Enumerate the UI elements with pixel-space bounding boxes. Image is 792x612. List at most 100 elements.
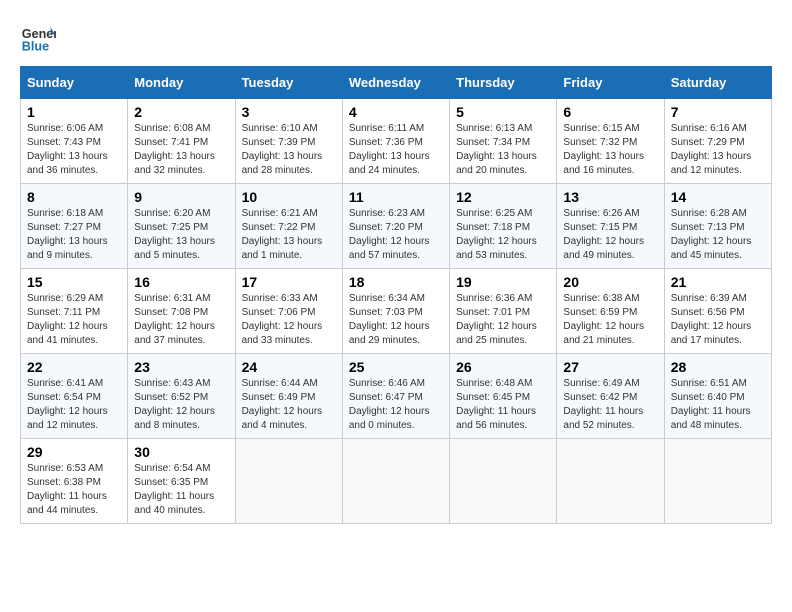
day-number: 18	[349, 274, 443, 290]
day-info: Sunrise: 6:39 AM Sunset: 6:56 PM Dayligh…	[671, 292, 765, 348]
calendar-cell	[342, 439, 449, 524]
day-info: Sunrise: 6:15 AM Sunset: 7:32 PM Dayligh…	[563, 122, 657, 178]
day-info: Sunrise: 6:08 AM Sunset: 7:41 PM Dayligh…	[134, 122, 228, 178]
calendar-cell: 11 Sunrise: 6:23 AM Sunset: 7:20 PM Dayl…	[342, 184, 449, 269]
logo: General Blue	[20, 20, 60, 56]
header-saturday: Saturday	[664, 67, 771, 99]
calendar-cell: 6 Sunrise: 6:15 AM Sunset: 7:32 PM Dayli…	[557, 99, 664, 184]
day-info: Sunrise: 6:18 AM Sunset: 7:27 PM Dayligh…	[27, 207, 121, 263]
header-wednesday: Wednesday	[342, 67, 449, 99]
calendar-cell: 26 Sunrise: 6:48 AM Sunset: 6:45 PM Dayl…	[450, 354, 557, 439]
calendar-week-3: 22 Sunrise: 6:41 AM Sunset: 6:54 PM Dayl…	[21, 354, 772, 439]
day-number: 15	[27, 274, 121, 290]
day-info: Sunrise: 6:51 AM Sunset: 6:40 PM Dayligh…	[671, 377, 765, 433]
calendar-cell: 17 Sunrise: 6:33 AM Sunset: 7:06 PM Dayl…	[235, 269, 342, 354]
calendar-cell: 9 Sunrise: 6:20 AM Sunset: 7:25 PM Dayli…	[128, 184, 235, 269]
header-tuesday: Tuesday	[235, 67, 342, 99]
calendar-cell: 30 Sunrise: 6:54 AM Sunset: 6:35 PM Dayl…	[128, 439, 235, 524]
calendar-cell	[664, 439, 771, 524]
calendar-header-row: SundayMondayTuesdayWednesdayThursdayFrid…	[21, 67, 772, 99]
day-info: Sunrise: 6:25 AM Sunset: 7:18 PM Dayligh…	[456, 207, 550, 263]
calendar-cell: 3 Sunrise: 6:10 AM Sunset: 7:39 PM Dayli…	[235, 99, 342, 184]
day-number: 24	[242, 359, 336, 375]
calendar-cell: 22 Sunrise: 6:41 AM Sunset: 6:54 PM Dayl…	[21, 354, 128, 439]
calendar-cell: 8 Sunrise: 6:18 AM Sunset: 7:27 PM Dayli…	[21, 184, 128, 269]
day-number: 7	[671, 104, 765, 120]
day-info: Sunrise: 6:44 AM Sunset: 6:49 PM Dayligh…	[242, 377, 336, 433]
day-info: Sunrise: 6:46 AM Sunset: 6:47 PM Dayligh…	[349, 377, 443, 433]
day-number: 8	[27, 189, 121, 205]
calendar-cell: 1 Sunrise: 6:06 AM Sunset: 7:43 PM Dayli…	[21, 99, 128, 184]
calendar-cell: 21 Sunrise: 6:39 AM Sunset: 6:56 PM Dayl…	[664, 269, 771, 354]
calendar-cell	[450, 439, 557, 524]
day-number: 9	[134, 189, 228, 205]
day-info: Sunrise: 6:28 AM Sunset: 7:13 PM Dayligh…	[671, 207, 765, 263]
calendar-week-0: 1 Sunrise: 6:06 AM Sunset: 7:43 PM Dayli…	[21, 99, 772, 184]
calendar-cell: 13 Sunrise: 6:26 AM Sunset: 7:15 PM Dayl…	[557, 184, 664, 269]
day-info: Sunrise: 6:48 AM Sunset: 6:45 PM Dayligh…	[456, 377, 550, 433]
calendar-week-2: 15 Sunrise: 6:29 AM Sunset: 7:11 PM Dayl…	[21, 269, 772, 354]
day-info: Sunrise: 6:38 AM Sunset: 6:59 PM Dayligh…	[563, 292, 657, 348]
day-number: 17	[242, 274, 336, 290]
day-info: Sunrise: 6:20 AM Sunset: 7:25 PM Dayligh…	[134, 207, 228, 263]
calendar-cell: 10 Sunrise: 6:21 AM Sunset: 7:22 PM Dayl…	[235, 184, 342, 269]
day-info: Sunrise: 6:21 AM Sunset: 7:22 PM Dayligh…	[242, 207, 336, 263]
day-info: Sunrise: 6:33 AM Sunset: 7:06 PM Dayligh…	[242, 292, 336, 348]
day-info: Sunrise: 6:16 AM Sunset: 7:29 PM Dayligh…	[671, 122, 765, 178]
page-header: General Blue	[20, 20, 772, 56]
day-number: 16	[134, 274, 228, 290]
header-thursday: Thursday	[450, 67, 557, 99]
day-info: Sunrise: 6:11 AM Sunset: 7:36 PM Dayligh…	[349, 122, 443, 178]
day-info: Sunrise: 6:53 AM Sunset: 6:38 PM Dayligh…	[27, 462, 121, 518]
calendar-cell	[557, 439, 664, 524]
header-friday: Friday	[557, 67, 664, 99]
calendar-table: SundayMondayTuesdayWednesdayThursdayFrid…	[20, 66, 772, 524]
calendar-cell: 2 Sunrise: 6:08 AM Sunset: 7:41 PM Dayli…	[128, 99, 235, 184]
calendar-cell: 27 Sunrise: 6:49 AM Sunset: 6:42 PM Dayl…	[557, 354, 664, 439]
day-number: 27	[563, 359, 657, 375]
day-info: Sunrise: 6:36 AM Sunset: 7:01 PM Dayligh…	[456, 292, 550, 348]
day-info: Sunrise: 6:29 AM Sunset: 7:11 PM Dayligh…	[27, 292, 121, 348]
day-number: 26	[456, 359, 550, 375]
day-info: Sunrise: 6:54 AM Sunset: 6:35 PM Dayligh…	[134, 462, 228, 518]
day-info: Sunrise: 6:41 AM Sunset: 6:54 PM Dayligh…	[27, 377, 121, 433]
day-info: Sunrise: 6:34 AM Sunset: 7:03 PM Dayligh…	[349, 292, 443, 348]
day-number: 22	[27, 359, 121, 375]
calendar-cell	[235, 439, 342, 524]
day-number: 14	[671, 189, 765, 205]
day-info: Sunrise: 6:13 AM Sunset: 7:34 PM Dayligh…	[456, 122, 550, 178]
calendar-cell: 23 Sunrise: 6:43 AM Sunset: 6:52 PM Dayl…	[128, 354, 235, 439]
day-number: 12	[456, 189, 550, 205]
day-number: 1	[27, 104, 121, 120]
day-info: Sunrise: 6:06 AM Sunset: 7:43 PM Dayligh…	[27, 122, 121, 178]
day-number: 6	[563, 104, 657, 120]
day-number: 20	[563, 274, 657, 290]
calendar-cell: 19 Sunrise: 6:36 AM Sunset: 7:01 PM Dayl…	[450, 269, 557, 354]
calendar-cell: 20 Sunrise: 6:38 AM Sunset: 6:59 PM Dayl…	[557, 269, 664, 354]
day-info: Sunrise: 6:49 AM Sunset: 6:42 PM Dayligh…	[563, 377, 657, 433]
day-number: 28	[671, 359, 765, 375]
day-number: 25	[349, 359, 443, 375]
day-number: 3	[242, 104, 336, 120]
day-info: Sunrise: 6:23 AM Sunset: 7:20 PM Dayligh…	[349, 207, 443, 263]
day-number: 11	[349, 189, 443, 205]
calendar-cell: 16 Sunrise: 6:31 AM Sunset: 7:08 PM Dayl…	[128, 269, 235, 354]
calendar-cell: 29 Sunrise: 6:53 AM Sunset: 6:38 PM Dayl…	[21, 439, 128, 524]
calendar-cell: 28 Sunrise: 6:51 AM Sunset: 6:40 PM Dayl…	[664, 354, 771, 439]
day-number: 19	[456, 274, 550, 290]
svg-text:Blue: Blue	[22, 40, 49, 54]
calendar-cell: 18 Sunrise: 6:34 AM Sunset: 7:03 PM Dayl…	[342, 269, 449, 354]
day-number: 4	[349, 104, 443, 120]
day-number: 29	[27, 444, 121, 460]
logo-icon: General Blue	[20, 20, 56, 56]
day-info: Sunrise: 6:10 AM Sunset: 7:39 PM Dayligh…	[242, 122, 336, 178]
calendar-week-4: 29 Sunrise: 6:53 AM Sunset: 6:38 PM Dayl…	[21, 439, 772, 524]
calendar-cell: 4 Sunrise: 6:11 AM Sunset: 7:36 PM Dayli…	[342, 99, 449, 184]
day-number: 2	[134, 104, 228, 120]
calendar-week-1: 8 Sunrise: 6:18 AM Sunset: 7:27 PM Dayli…	[21, 184, 772, 269]
calendar-cell: 12 Sunrise: 6:25 AM Sunset: 7:18 PM Dayl…	[450, 184, 557, 269]
calendar-cell: 25 Sunrise: 6:46 AM Sunset: 6:47 PM Dayl…	[342, 354, 449, 439]
day-info: Sunrise: 6:26 AM Sunset: 7:15 PM Dayligh…	[563, 207, 657, 263]
day-number: 10	[242, 189, 336, 205]
calendar-cell: 15 Sunrise: 6:29 AM Sunset: 7:11 PM Dayl…	[21, 269, 128, 354]
